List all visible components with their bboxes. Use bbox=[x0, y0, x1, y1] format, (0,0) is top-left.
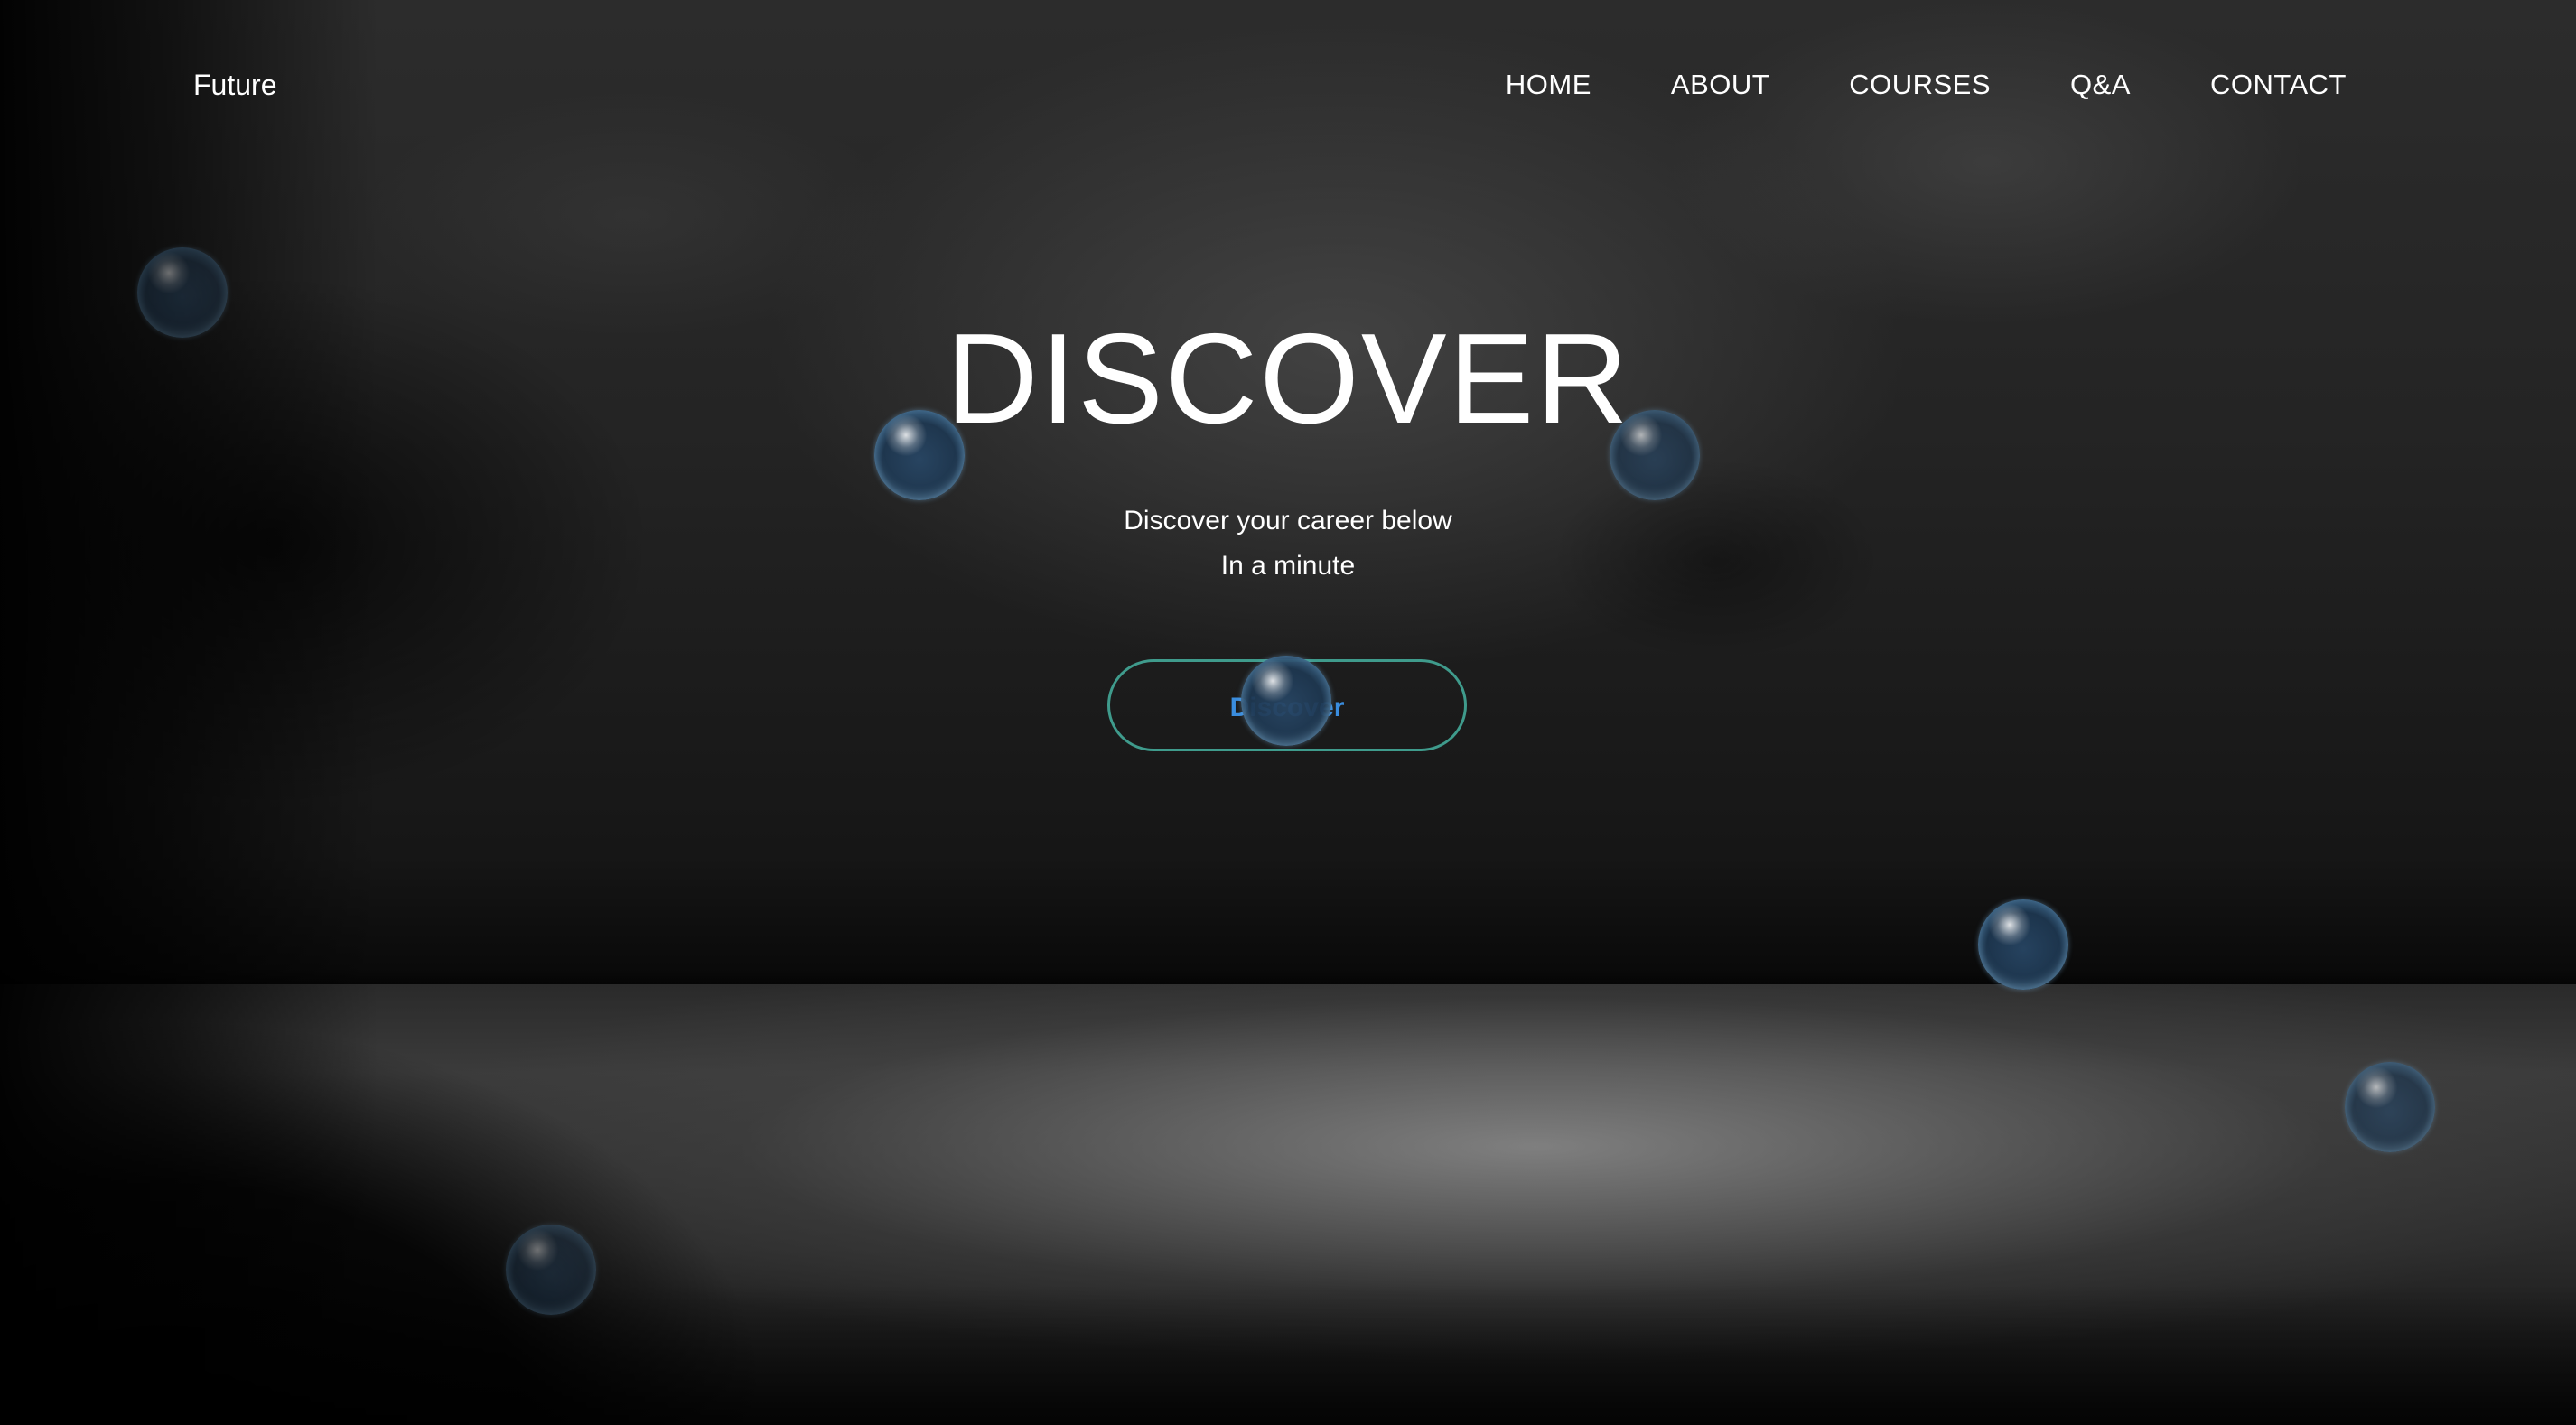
nav-link-about[interactable]: ABOUT bbox=[1671, 67, 1769, 103]
hero-subtitle: Discover your career below In a minute bbox=[0, 498, 2576, 589]
nav-link-qa[interactable]: Q&A bbox=[2070, 67, 2131, 103]
nav-link-courses[interactable]: COURSES bbox=[1849, 67, 1991, 103]
top-navigation: Future HOME ABOUT COURSES Q&A CONTACT bbox=[0, 0, 2576, 172]
hero-subtitle-line-1: Discover your career below bbox=[1124, 506, 1452, 536]
logo-link[interactable]: Future bbox=[193, 67, 276, 103]
bubble-icon bbox=[137, 247, 228, 338]
bubble-icon bbox=[1610, 410, 1700, 500]
bubble-icon bbox=[1241, 656, 1331, 746]
bubble-icon bbox=[2345, 1062, 2435, 1152]
nav-link-home[interactable]: HOME bbox=[1506, 67, 1591, 103]
nav-menu: HOME ABOUT COURSES Q&A CONTACT bbox=[1506, 67, 2347, 103]
hero-subtitle-line-2: In a minute bbox=[1220, 551, 1356, 581]
bubble-icon bbox=[874, 410, 965, 500]
nav-link-contact[interactable]: CONTACT bbox=[2210, 67, 2347, 103]
bubble-icon bbox=[1978, 899, 2068, 990]
left-vignette bbox=[0, 0, 379, 1425]
floor-shadow bbox=[0, 957, 2576, 1425]
bubble-icon bbox=[506, 1225, 596, 1315]
hero-title: DISCOVER bbox=[946, 307, 1630, 451]
